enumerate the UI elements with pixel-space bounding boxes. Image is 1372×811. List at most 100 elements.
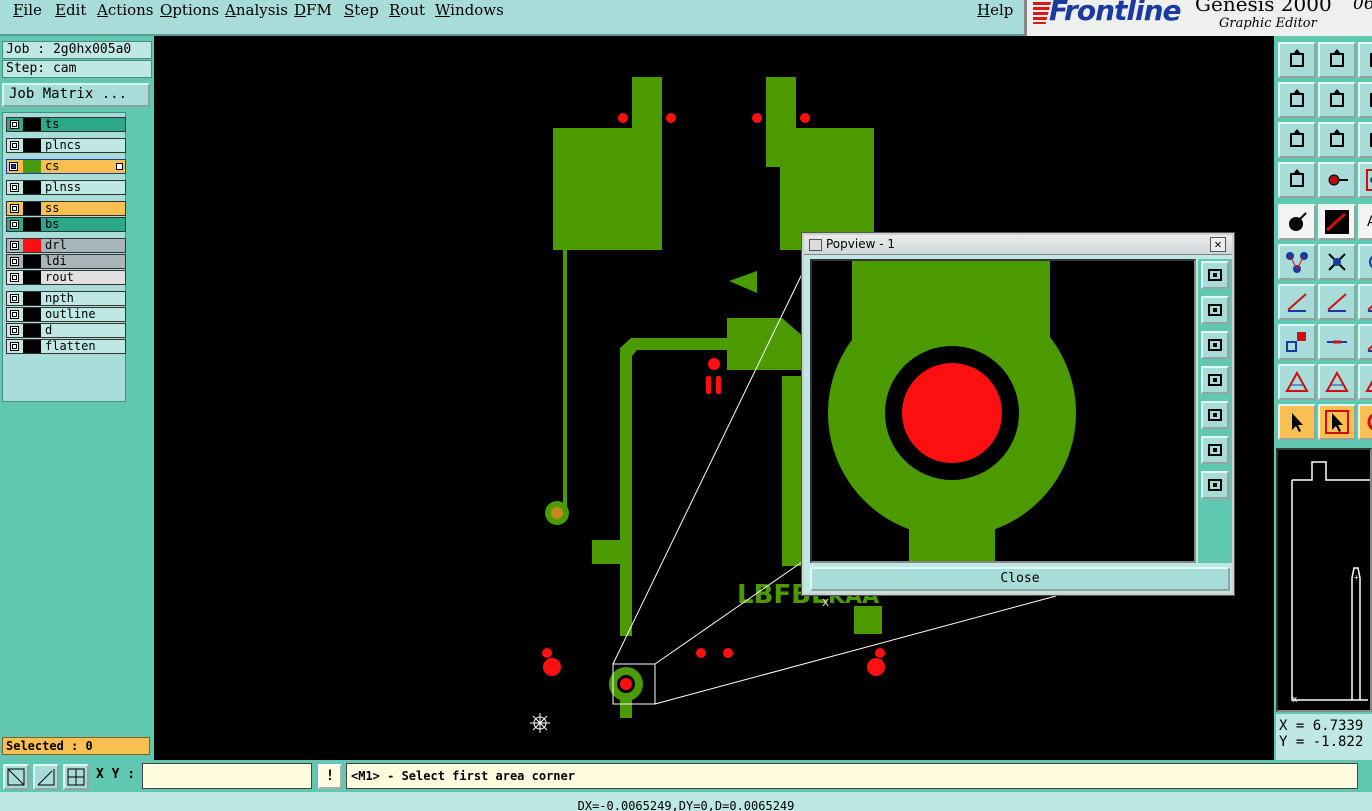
layer-color-swatch[interactable]	[23, 202, 41, 215]
popview-tool-move-right[interactable]	[1201, 401, 1229, 429]
tool-button-pan[interactable]	[1318, 122, 1356, 158]
layer-row-npth[interactable]: npth	[6, 291, 126, 306]
menu-help[interactable]: Help	[977, 1, 1013, 19]
layer-row-plncs[interactable]: plncs	[6, 138, 126, 153]
tool-button-arc[interactable]	[1358, 364, 1372, 400]
tool-button-line-edit[interactable]	[1318, 284, 1356, 320]
menu-options[interactable]: Options	[160, 1, 219, 19]
layer-row-plnss[interactable]: plnss	[6, 180, 126, 195]
menu-file[interactable]: File	[13, 1, 42, 19]
layer-checkbox[interactable]	[10, 294, 19, 303]
layer-checkbox[interactable]	[10, 141, 19, 150]
close-icon[interactable]: ✕	[1210, 237, 1226, 252]
alert-button[interactable]: !	[318, 764, 342, 789]
layer-color-swatch[interactable]	[23, 118, 41, 131]
rotate-icon	[1370, 53, 1372, 67]
layer-color-swatch[interactable]	[23, 239, 41, 252]
layer-color-swatch[interactable]	[23, 340, 41, 353]
popview-tool-move-down[interactable]	[1201, 331, 1229, 359]
layer-checkbox[interactable]	[10, 241, 19, 250]
step-overview-map[interactable]: x +	[1276, 448, 1372, 712]
popview-canvas[interactable]	[810, 259, 1196, 563]
layer-color-swatch[interactable]	[23, 308, 41, 321]
popview-tool-move-left[interactable]	[1201, 366, 1229, 394]
layer-row-bs[interactable]: bs	[6, 217, 126, 232]
layer-color-swatch[interactable]	[23, 181, 41, 194]
tool-button-polygon-edit[interactable]	[1318, 364, 1356, 400]
tool-button-net[interactable]	[1278, 244, 1316, 280]
layer-row-rout[interactable]: rout	[6, 270, 126, 285]
tool-button-orbit[interactable]	[1358, 404, 1372, 440]
tool-button-cross[interactable]	[1318, 244, 1356, 280]
popview-titlebar[interactable]: Popview - 1 ✕	[804, 235, 1232, 255]
layer-color-swatch[interactable]	[23, 292, 41, 305]
layer-row-flatten[interactable]: flatten	[6, 339, 126, 354]
popview-tool-pan[interactable]	[1201, 471, 1229, 499]
tool-button-undo[interactable]	[1358, 82, 1372, 118]
tool-button-measure[interactable]	[1358, 284, 1372, 320]
layer-checkbox[interactable]	[10, 183, 19, 192]
menu-step[interactable]: Step	[344, 1, 379, 19]
popview-title: Popview - 1	[826, 237, 895, 251]
layer-color-swatch[interactable]	[23, 271, 41, 284]
layer-color-swatch[interactable]	[23, 255, 41, 268]
tool-button-pointer[interactable]	[1278, 404, 1316, 440]
tool-button-pad-add[interactable]	[1278, 324, 1316, 360]
tool-button-zoom-fit[interactable]	[1278, 122, 1316, 158]
popview-tool-zoom-fit[interactable]	[1201, 436, 1229, 464]
tool-button-redo[interactable]	[1358, 122, 1372, 158]
tool-button-circle[interactable]	[1358, 244, 1372, 280]
tool-button-move-up[interactable]	[1278, 42, 1316, 78]
tool-button-move-down[interactable]	[1318, 42, 1356, 78]
tool-button-pad[interactable]	[1318, 162, 1356, 198]
menu-actions[interactable]: Actions	[97, 1, 153, 19]
layer-row-cs[interactable]: cs	[6, 159, 126, 174]
layer-checkbox[interactable]	[10, 273, 19, 282]
tool-button-snap[interactable]	[1278, 162, 1316, 198]
layer-row-ss[interactable]: ss	[6, 201, 126, 216]
tool-button-segment[interactable]	[1318, 324, 1356, 360]
menu-windows[interactable]: Windows	[435, 1, 504, 19]
layer-checkbox[interactable]	[10, 342, 19, 351]
layer-color-swatch[interactable]	[23, 160, 41, 173]
layer-checkbox[interactable]	[10, 257, 19, 266]
popview-tool-zoom-in[interactable]	[1201, 261, 1229, 289]
layer-checkbox[interactable]	[9, 162, 18, 171]
angle-tool-button[interactable]	[33, 764, 59, 790]
popview-tool-move-up[interactable]	[1201, 296, 1229, 324]
grid-tool-button[interactable]	[63, 764, 89, 790]
layer-row-d[interactable]: d	[6, 323, 126, 338]
layer-checkbox[interactable]	[10, 220, 19, 229]
menu-edit[interactable]: Edit	[55, 1, 86, 19]
tool-button-line-select[interactable]	[1318, 204, 1356, 240]
popview-toolbar	[1198, 259, 1232, 563]
layer-row-outline[interactable]: outline	[6, 307, 126, 322]
layer-color-swatch[interactable]	[23, 324, 41, 337]
measure-tool-button[interactable]	[3, 764, 29, 790]
layer-row-ldi[interactable]: ldi	[6, 254, 126, 269]
job-matrix-button[interactable]: Job Matrix ...	[2, 83, 150, 107]
tool-button-rotate[interactable]	[1358, 42, 1372, 78]
layer-color-swatch[interactable]	[23, 218, 41, 231]
tool-button-move-right[interactable]	[1318, 82, 1356, 118]
tool-button-text[interactable]: A	[1358, 204, 1372, 240]
close-button[interactable]: Close	[810, 567, 1230, 591]
tool-button-select-pad[interactable]	[1278, 204, 1316, 240]
layer-row-drl[interactable]: drl	[6, 238, 126, 253]
layer-checkbox[interactable]	[10, 326, 19, 335]
layer-color-swatch[interactable]	[23, 139, 41, 152]
menu-dfm[interactable]: DFM	[294, 1, 332, 19]
tool-button-polygon[interactable]	[1278, 364, 1316, 400]
layer-checkbox[interactable]	[10, 204, 19, 213]
menu-analysis[interactable]: Analysis	[225, 1, 288, 19]
xy-input[interactable]	[142, 763, 312, 789]
tool-button-move-left[interactable]	[1278, 82, 1316, 118]
tool-button-arrow[interactable]	[1358, 324, 1372, 360]
layer-row-ts[interactable]: ts	[6, 117, 126, 132]
tool-button-route[interactable]	[1358, 162, 1372, 198]
tool-button-pointer-select[interactable]	[1318, 404, 1356, 440]
layer-checkbox[interactable]	[10, 120, 19, 129]
tool-button-line-add[interactable]	[1278, 284, 1316, 320]
menu-rout[interactable]: Rout	[389, 1, 425, 19]
layer-checkbox[interactable]	[10, 310, 19, 319]
